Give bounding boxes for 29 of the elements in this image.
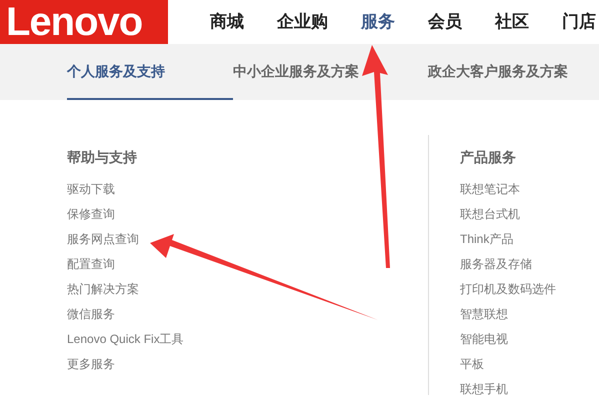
menu-link[interactable]: 服务网点查询 [67,227,139,252]
menu-link[interactable]: 服务器及存储 [460,252,532,277]
menu-link[interactable]: 配置查询 [67,252,115,277]
nav-link[interactable]: 商城 [210,9,244,35]
tab[interactable]: 中小企业服务及方案 [233,44,428,100]
tab[interactable]: 政企大客户服务及方案 [428,44,598,100]
menu-link[interactable]: 保修查询 [67,202,115,227]
menu-link[interactable]: Think产品 [460,227,514,252]
menu-link[interactable]: 智能电视 [460,327,508,352]
menu-link[interactable]: 热门解决方案 [67,277,139,302]
nav-link[interactable]: 社区 [495,9,529,35]
menu-link[interactable]: 联想笔记本 [460,177,520,202]
nav-link[interactable]: 服务 [361,9,395,35]
nav-link[interactable]: 会员 [428,9,462,35]
menu-link[interactable]: 微信服务 [67,302,115,327]
menu-link[interactable]: 驱动下载 [67,177,115,202]
menu-link[interactable]: 平板 [460,352,484,377]
tab[interactable]: 个人服务及支持 [67,44,233,100]
column-heading: 帮助与支持 [67,148,138,167]
menu-link[interactable]: 更多服务 [67,352,115,377]
column-heading: 产品服务 [460,148,517,167]
menu-link[interactable]: Lenovo Quick Fix工具 [67,327,184,352]
logo[interactable]: Lenovo [0,0,168,44]
menu-link[interactable]: 打印机及数码选件 [460,277,556,302]
menu-link[interactable]: 联想台式机 [460,202,520,227]
nav-link[interactable]: 企业购 [277,9,328,35]
menu-link[interactable]: 联想手机 [460,377,508,402]
nav-link[interactable]: 门店 [562,9,596,35]
menu-link[interactable]: 智慧联想 [460,302,508,327]
